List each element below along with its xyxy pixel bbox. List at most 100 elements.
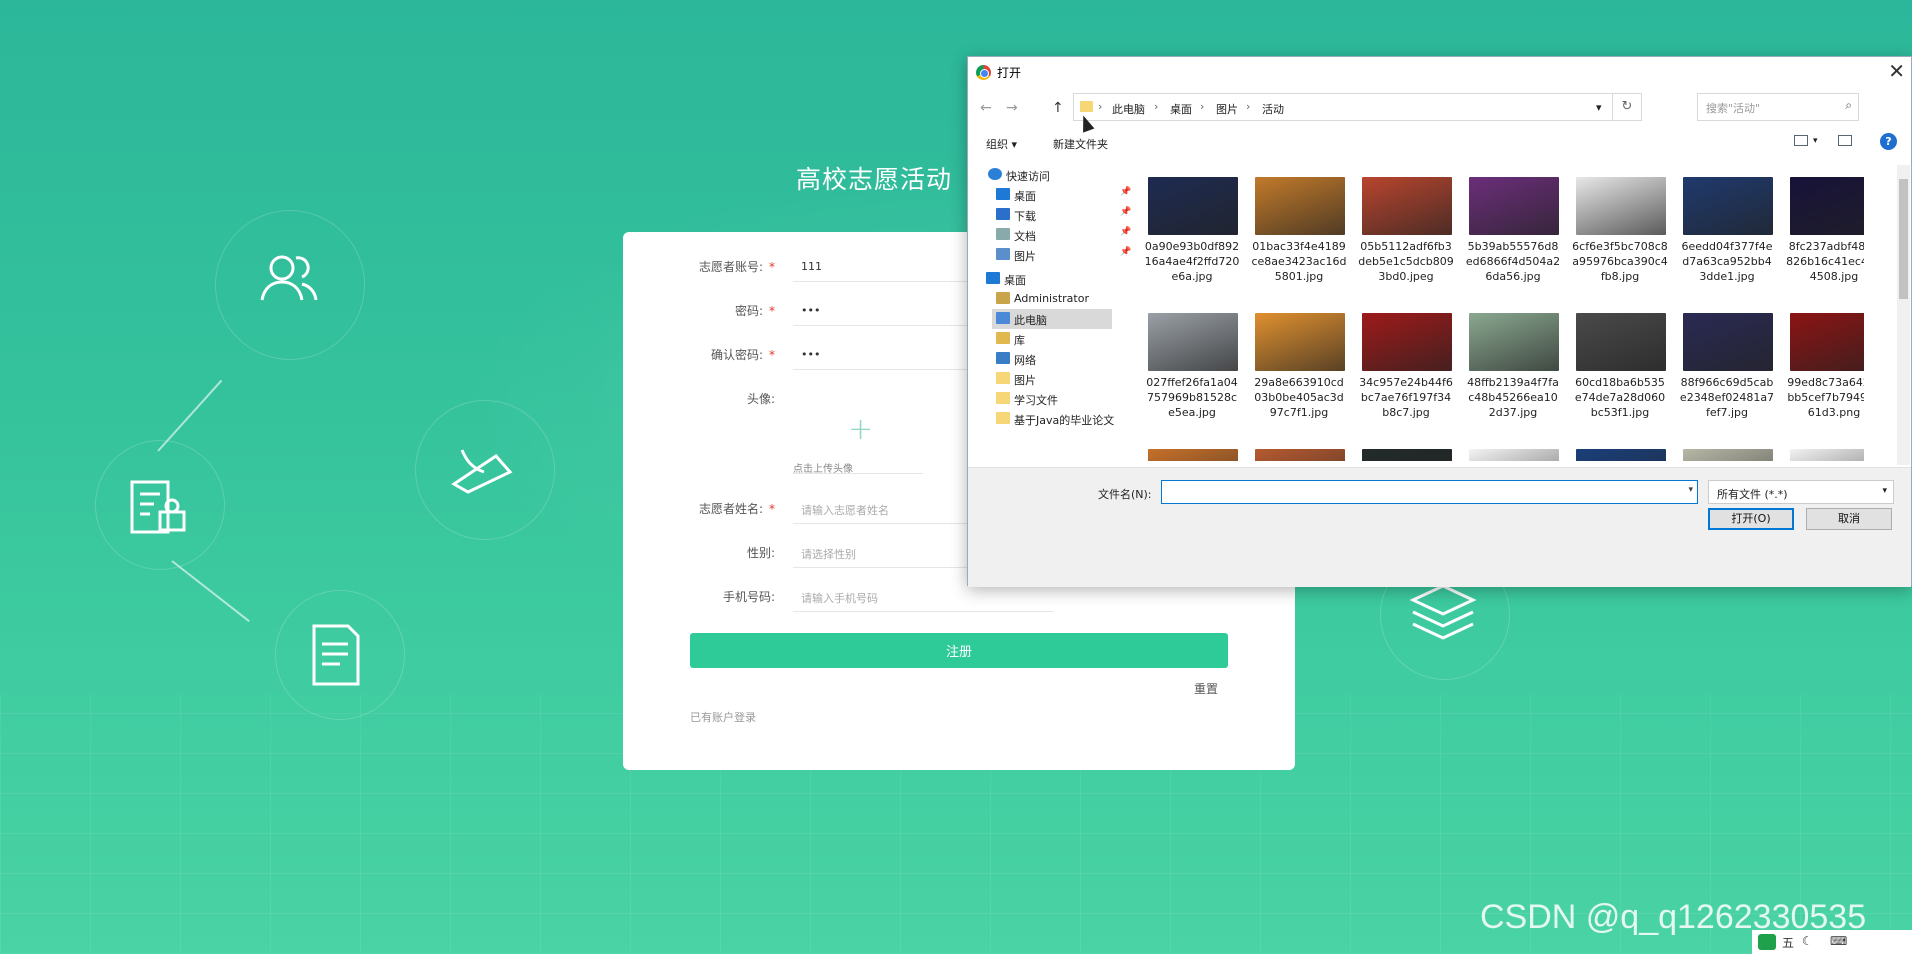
chevron-down-icon: ▾ <box>1882 486 1887 496</box>
file-item[interactable]: 05b5112adf6fb3deb5e1c5dcb8093bd0.jpeg <box>1358 171 1454 291</box>
file-item[interactable] <box>1679 443 1775 461</box>
breadcrumb-pictures[interactable]: 图片 <box>1216 101 1238 117</box>
view-dropdown-icon[interactable]: ▾ <box>1813 136 1818 146</box>
nav-item[interactable]: 下载 📌 <box>992 205 1131 225</box>
users-icon <box>260 255 318 301</box>
filetype-select[interactable]: 所有文件 (*.*) ▾ <box>1708 480 1894 504</box>
breadcrumb-activity[interactable]: 活动 <box>1262 101 1284 117</box>
file-item[interactable]: 5b39ab55576d8ed6866f4d504a26da56.jpg <box>1465 171 1561 291</box>
desktop-icon <box>996 188 1010 200</box>
file-name: 6eedd04f377f4ed7a63ca952bb43dde1.jpg <box>1681 240 1773 283</box>
preview-pane-icon[interactable] <box>1838 135 1852 146</box>
nav-item-label: 桌面 <box>1004 274 1026 287</box>
page-title: 高校志愿活动 <box>796 165 953 194</box>
nav-item[interactable]: 快速访问 <box>984 165 1112 185</box>
nav-item-label: 网络 <box>1014 354 1036 367</box>
file-item[interactable]: 29a8e663910cd03b0be405ac3d97c7f1.jpg <box>1251 307 1347 427</box>
chevron-down-icon[interactable]: ▾ <box>1596 101 1602 114</box>
nav-item[interactable]: Administrator <box>992 289 1112 309</box>
cancel-button[interactable]: 取消 <box>1806 508 1892 530</box>
scroll-thumb[interactable] <box>1899 179 1908 299</box>
chevron-down-icon[interactable]: ▾ <box>1688 485 1693 495</box>
image-thumbnail <box>1255 449 1345 461</box>
nav-item[interactable]: 学习文件 <box>992 389 1112 409</box>
nav-item[interactable]: 图片 📌 <box>992 245 1131 265</box>
file-item[interactable]: 6cf6e3f5bc708c8a95976bca390c4fb8.jpg <box>1572 171 1668 291</box>
nav-item-label: 学习文件 <box>1014 394 1058 407</box>
image-thumbnail <box>1683 449 1773 461</box>
help-icon[interactable]: ? <box>1880 133 1897 150</box>
nav-item[interactable]: 库 <box>992 329 1112 349</box>
image-thumbnail <box>1148 449 1238 461</box>
star-icon <box>988 168 1002 180</box>
name-label: 志愿者姓名: * <box>698 502 775 516</box>
file-item[interactable]: 60cd18ba6b535e74de7a28d060bc53f1.jpg <box>1572 307 1668 427</box>
file-item[interactable]: 88f966c69d5cabe2348ef02481a7fef7.jpg <box>1679 307 1775 427</box>
pictures-icon <box>996 248 1010 260</box>
new-folder-button[interactable]: 新建文件夹 <box>1053 136 1108 152</box>
image-thumbnail <box>1790 313 1864 371</box>
file-item[interactable]: 99ed8c73a6422fbb5cef7b79499a61d3.png <box>1786 307 1864 427</box>
breadcrumb-desktop[interactable]: 桌面 <box>1170 101 1192 117</box>
file-name: 34c957e24b44f6bc7ae76f197f34b8c7.jpg <box>1359 376 1453 419</box>
address-bar[interactable]: › 此电脑 › 桌面 › 图片 › 活动 ▾ <box>1073 93 1613 121</box>
filename-input[interactable]: ▾ <box>1161 480 1698 504</box>
pen-icon <box>451 449 513 494</box>
register-button[interactable]: 注册 <box>690 633 1228 668</box>
reset-button[interactable]: 重置 <box>1194 680 1218 697</box>
file-item[interactable] <box>1358 443 1454 461</box>
file-name: 5b39ab55576d8ed6866f4d504a26da56.jpg <box>1465 240 1561 283</box>
organize-menu[interactable]: 组织 ▾ <box>986 136 1017 152</box>
nav-item[interactable]: 网络 <box>992 349 1112 369</box>
keyboard-icon[interactable]: ⌨ <box>1830 934 1847 948</box>
image-thumbnail <box>1469 177 1559 235</box>
nav-item[interactable]: 文档 📌 <box>992 225 1131 245</box>
file-item[interactable]: 01bac33f4e4189ce8ae3423ac16d5801.jpg <box>1251 171 1347 291</box>
nav-item[interactable]: 桌面 <box>982 269 1112 289</box>
deco-line <box>157 379 223 452</box>
pin-icon: 📌 <box>1120 207 1132 217</box>
nav-item[interactable]: 此电脑 <box>992 309 1112 329</box>
login-link[interactable]: 已有账户登录 <box>690 709 756 725</box>
chevron-right-icon: › <box>1200 100 1205 113</box>
pin-icon: 📌 <box>1120 227 1132 237</box>
file-name: 29a8e663910cd03b0be405ac3d97c7f1.jpg <box>1254 376 1344 419</box>
close-icon[interactable]: ✕ <box>1888 59 1905 83</box>
file-item[interactable]: 0a90e93b0df89216a4ae4f2ffd720e6a.jpg <box>1144 171 1240 291</box>
ime-mode[interactable]: 五 <box>1782 934 1794 951</box>
up-arrow-icon[interactable]: ↑ <box>1052 100 1064 116</box>
file-item[interactable]: 48ffb2139a4f7fac48b45266ea102d37.jpg <box>1465 307 1561 427</box>
nav-item-label: 下载 <box>1014 210 1036 223</box>
ime-logo-icon[interactable] <box>1758 934 1776 950</box>
file-item[interactable] <box>1465 443 1561 461</box>
open-button[interactable]: 打开(O) <box>1708 508 1794 530</box>
nav-item-label: 桌面 <box>1014 190 1036 203</box>
file-name: 6cf6e3f5bc708c8a95976bca390c4fb8.jpg <box>1572 240 1668 283</box>
breadcrumb-this-pc[interactable]: 此电脑 <box>1112 101 1145 117</box>
avatar-upload-hint[interactable]: 点击上传头像 <box>793 460 853 475</box>
nav-item[interactable]: 桌面 📌 <box>992 185 1131 205</box>
back-arrow-icon[interactable]: ← <box>980 100 992 116</box>
refresh-icon[interactable]: ↻ <box>1612 93 1642 121</box>
file-item[interactable]: 34c957e24b44f6bc7ae76f197f34b8c7.jpg <box>1358 307 1454 427</box>
file-item[interactable]: 027ffef26fa1a04757969b81528ce5ea.jpg <box>1144 307 1240 427</box>
image-thumbnail <box>1683 177 1773 235</box>
pin-icon: 📌 <box>1120 247 1132 257</box>
forward-arrow-icon[interactable]: → <box>1006 100 1018 116</box>
dialog-titlebar[interactable]: 打开 ✕ <box>968 57 1911 87</box>
view-options-icon[interactable] <box>1794 135 1808 146</box>
nav-item[interactable]: 基于Java的毕业论文 <box>992 409 1114 429</box>
account-label: 志愿者账号: * <box>698 260 775 274</box>
scrollbar[interactable] <box>1897 165 1910 465</box>
nav-item[interactable]: 图片 <box>992 369 1112 389</box>
file-item[interactable]: 6eedd04f377f4ed7a63ca952bb43dde1.jpg <box>1679 171 1775 291</box>
file-item[interactable] <box>1572 443 1668 461</box>
dialog-footer: 文件名(N): ▾ 所有文件 (*.*) ▾ 打开(O) 取消 <box>968 467 1911 587</box>
moon-icon[interactable]: ☾ <box>1802 934 1813 948</box>
search-input[interactable]: 搜索"活动" ⌕ <box>1697 93 1859 121</box>
file-item[interactable] <box>1251 443 1347 461</box>
file-item[interactable] <box>1144 443 1240 461</box>
avatar-label: 头像: <box>746 392 775 406</box>
file-item[interactable]: 8fc237adbf48d1826b16c41ec47d4508.jpg <box>1786 171 1864 291</box>
file-item[interactable] <box>1786 443 1864 461</box>
